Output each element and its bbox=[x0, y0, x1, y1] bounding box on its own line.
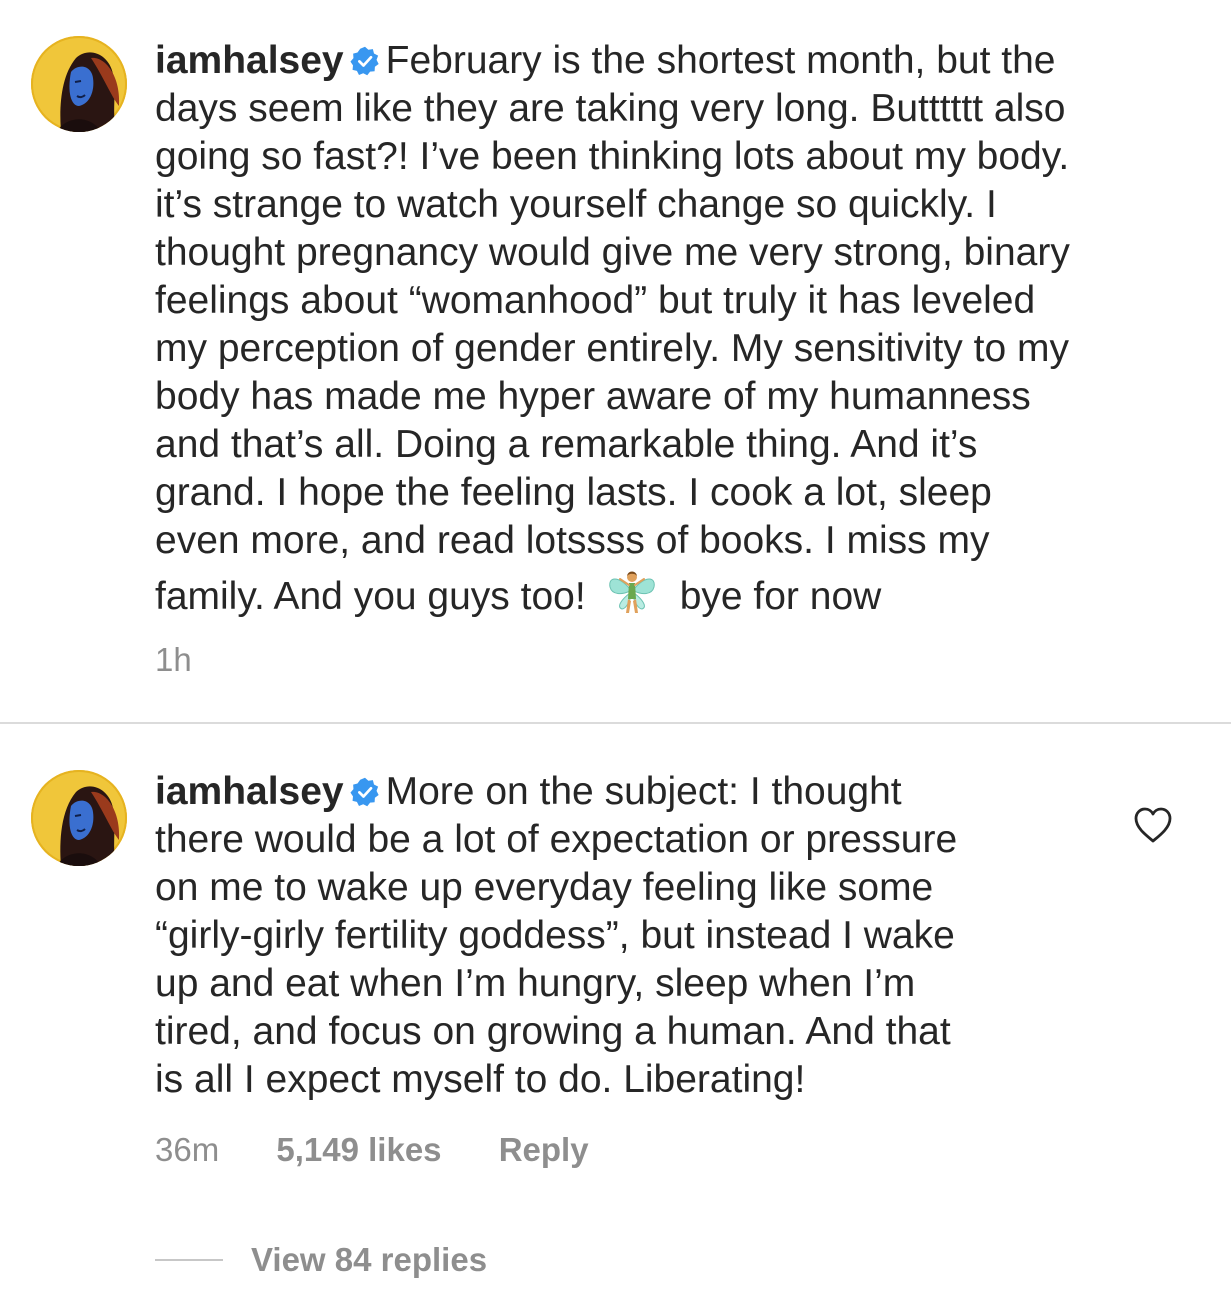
reply-button[interactable]: Reply bbox=[499, 1131, 589, 1169]
comment-line: days seem like they are taking very long… bbox=[155, 87, 1066, 130]
comment-time: 36m bbox=[155, 1131, 220, 1168]
fairy-emoji-icon bbox=[608, 571, 655, 613]
comment-meta: 36m 5,149 likes Reply bbox=[155, 1131, 589, 1169]
comment-line: it’s strange to watch yourself change so… bbox=[155, 183, 997, 226]
comment-line: is all I expect myself to do. Liberating… bbox=[155, 1058, 806, 1101]
comment-time: 1h bbox=[155, 641, 192, 678]
comment-line: tired, and focus on growing a human. And… bbox=[155, 1010, 951, 1053]
comment-line-text: bye for now bbox=[679, 575, 882, 618]
comment-line: my perception of gender entirely. My sen… bbox=[155, 327, 1069, 370]
comment-line-text: family. And you guys too! bbox=[155, 575, 586, 618]
comment-line: and that’s all. Doing a remarkable thing… bbox=[155, 423, 978, 466]
view-replies-label: View 84 replies bbox=[251, 1241, 488, 1278]
view-replies-button[interactable]: View 84 replies bbox=[155, 1238, 487, 1282]
avatar[interactable] bbox=[31, 36, 127, 132]
comment-body: iamhalsey February is the shortest month… bbox=[155, 37, 1070, 621]
comment-line: February is the shortest month, but the bbox=[385, 39, 1056, 82]
avatar-image bbox=[31, 770, 127, 866]
avatar-image bbox=[31, 36, 127, 132]
comment-last-line: family. And you guys too! bye for now bbox=[155, 565, 1070, 621]
verified-badge-icon bbox=[350, 777, 379, 807]
like-button[interactable] bbox=[1133, 806, 1173, 844]
comment-line: feelings about “womanhood” but truly it … bbox=[155, 279, 1036, 322]
comment-line: on me to wake up everyday feeling like s… bbox=[155, 866, 934, 909]
username[interactable]: iamhalsey bbox=[155, 39, 344, 82]
heart-outline-icon bbox=[1134, 807, 1172, 843]
comment-meta: 1h bbox=[155, 641, 192, 679]
comment-line: More on the subject: I thought bbox=[385, 770, 902, 813]
replies-rule bbox=[155, 1259, 223, 1261]
comment-line: grand. I hope the feeling lasts. I cook … bbox=[155, 471, 992, 514]
comment-line: up and eat when I’m hungry, sleep when I… bbox=[155, 962, 916, 1005]
comment-first-line: iamhalsey February is the shortest month… bbox=[155, 37, 1070, 85]
comment-divider bbox=[0, 722, 1231, 724]
username[interactable]: iamhalsey bbox=[155, 770, 344, 813]
comment-line: “girly-girly fertility goddess”, but ins… bbox=[155, 914, 955, 957]
comment-line: going so fast?! I’ve been thinking lots … bbox=[155, 135, 1070, 178]
comment-line: thought pregnancy would give me very str… bbox=[155, 231, 1070, 274]
comment-line: there would be a lot of expectation or p… bbox=[155, 818, 958, 861]
comment-line: even more, and read lotssss of books. I … bbox=[155, 519, 990, 562]
verified-badge-icon bbox=[350, 46, 379, 76]
comment-body: iamhalsey More on the subject: I thought… bbox=[155, 768, 957, 1104]
avatar[interactable] bbox=[31, 770, 127, 866]
likes-count[interactable]: 5,149 likes bbox=[276, 1131, 441, 1169]
comment-first-line: iamhalsey More on the subject: I thought bbox=[155, 768, 957, 816]
comment-line: body has made me hyper aware of my human… bbox=[155, 375, 1031, 418]
